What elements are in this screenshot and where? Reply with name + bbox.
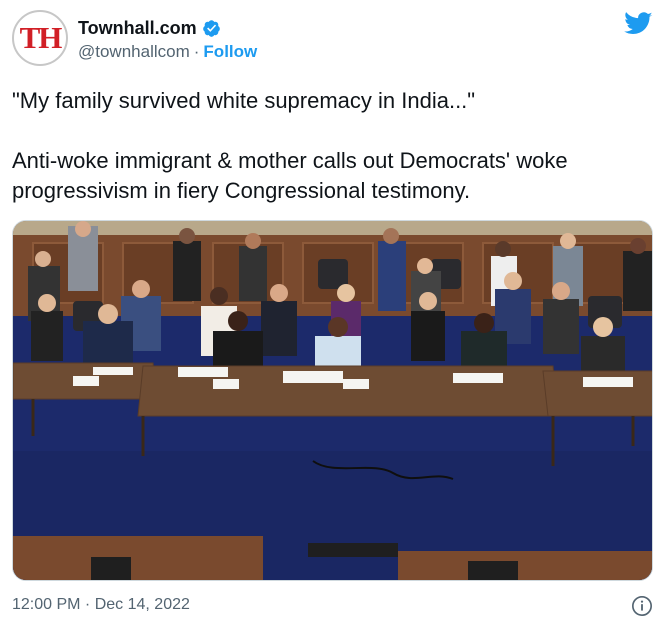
avatar-logo: TH: [19, 20, 63, 55]
tweet-text: "My family survived white supremacy in I…: [12, 86, 657, 206]
verified-badge-icon: [202, 20, 220, 37]
separator-dot: ·: [193, 42, 200, 61]
tweet-quote: "My family survived white supremacy in I…: [12, 88, 476, 113]
avatar[interactable]: TH: [12, 10, 68, 66]
tweet-body: Anti-woke immigrant & mother calls out D…: [12, 148, 568, 203]
info-icon[interactable]: [631, 595, 653, 617]
tweet-header: TH Townhall.com @townhallcom · Follow: [12, 10, 655, 68]
handle[interactable]: @townhallcom: [78, 42, 190, 62]
display-name[interactable]: Townhall.com: [78, 18, 197, 39]
twitter-bird-icon[interactable]: [624, 12, 653, 36]
media-image[interactable]: [12, 220, 653, 581]
follow-button[interactable]: Follow: [203, 42, 257, 62]
hearing-room-photo: [13, 221, 652, 580]
handle-row: @townhallcom · Follow: [78, 42, 257, 62]
tweet-timestamp[interactable]: 12:00 PM · Dec 14, 2022: [12, 596, 190, 614]
name-row: Townhall.com: [78, 18, 221, 39]
